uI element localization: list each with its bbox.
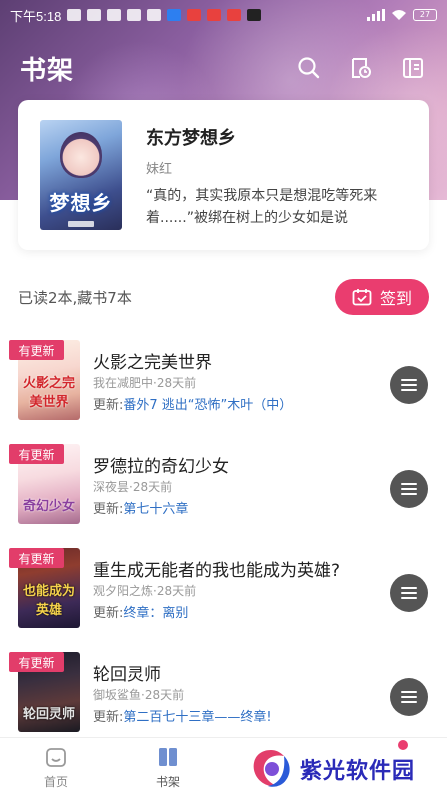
status-bar: 下午5:18 27 xyxy=(0,0,447,30)
update-badge: 有更新 xyxy=(9,548,64,568)
book-update[interactable]: 更新:番外7 逃出“恐怖”木叶（中） xyxy=(93,394,292,413)
featured-book-description: “真的，其实我原本只是想混吃等死来着......”被绑在树上的少女如是说 xyxy=(146,188,378,226)
cover-author-tag xyxy=(68,221,94,227)
update-label: 更新: xyxy=(93,398,124,413)
book-list-item[interactable]: 有更新 也能成为英雄 重生成无能者的我也能成为英雄? 观夕阳之炼·28天前 更新… xyxy=(0,548,447,638)
menu-icon xyxy=(403,58,423,78)
cover-illustration xyxy=(60,132,102,178)
notification-icon xyxy=(107,9,122,21)
hamburger-icon xyxy=(401,587,417,599)
featured-book-title: 东方梦想乡 xyxy=(146,128,236,149)
cover-title-text: 轮回灵师 xyxy=(22,707,75,722)
featured-book-cover[interactable]: 梦想乡 xyxy=(40,120,122,230)
book-meta: 深夜昙·28天前 xyxy=(93,480,173,494)
history-button[interactable] xyxy=(347,54,375,82)
book-meta: 观夕阳之炼·28天前 xyxy=(93,584,197,598)
book-update[interactable]: 更新:终章：离别 xyxy=(93,602,188,621)
header-actions xyxy=(295,54,427,82)
latest-chapter[interactable]: 第二百七十三章——终章! xyxy=(123,710,271,725)
book-meta: 御坂鲨鱼·28天前 xyxy=(93,688,185,702)
book-meta: 我在减肥中·28天前 xyxy=(93,376,197,390)
nav-label: 首页 xyxy=(43,775,68,789)
watermark-text: 紫光软件园 xyxy=(300,759,416,784)
cover-title-text: 火影之完美世界 xyxy=(22,376,75,410)
notification-icon xyxy=(87,9,102,21)
title-bar: 书架 xyxy=(0,48,447,88)
update-badge: 有更新 xyxy=(9,652,64,672)
featured-book-author: 妹红 xyxy=(146,162,173,177)
book-list-item[interactable]: 有更新 轮回灵师 轮回灵师 御坂鲨鱼·28天前 更新:第二百七十三章——终章! xyxy=(0,652,447,742)
history-icon xyxy=(352,58,371,78)
update-label: 更新: xyxy=(93,502,124,517)
shelf-summary-text: 已读2本,藏书7本 xyxy=(18,288,132,307)
menu-button[interactable] xyxy=(399,54,427,82)
book-title[interactable]: 轮回灵师 xyxy=(93,660,161,685)
update-label: 更新: xyxy=(93,710,124,725)
book-title[interactable]: 罗德拉的奇幻少女 xyxy=(93,452,229,477)
notification-icon xyxy=(147,9,162,21)
nav-item-bookshelf[interactable]: 书架 xyxy=(112,738,224,797)
featured-book-info: 东方梦想乡 妹红 “真的，其实我原本只是想混吃等死来着......”被绑在树上的… xyxy=(146,120,411,236)
bookshelf-icon xyxy=(159,748,177,766)
battery-indicator: 27 xyxy=(413,9,437,21)
signal-icon xyxy=(367,9,385,21)
notification-icon xyxy=(187,9,202,21)
hamburger-icon xyxy=(401,691,417,703)
latest-chapter[interactable]: 番外7 逃出“恐怖”木叶（中） xyxy=(123,398,292,413)
featured-book-card[interactable]: 梦想乡 东方梦想乡 妹红 “真的，其实我原本只是想混吃等死来着......”被绑… xyxy=(18,100,429,250)
hamburger-icon xyxy=(401,483,417,495)
book-title[interactable]: 重生成无能者的我也能成为英雄? xyxy=(93,556,340,581)
calendar-check-icon xyxy=(352,289,372,306)
book-update[interactable]: 更新:第二百七十三章——终章! xyxy=(93,706,272,725)
status-indicators: 27 xyxy=(367,9,437,21)
book-title[interactable]: 火影之完美世界 xyxy=(93,348,212,373)
notification-icon xyxy=(207,9,222,21)
nav-item-home[interactable]: 首页 xyxy=(0,738,112,797)
notification-icon xyxy=(167,9,182,21)
page-title: 书架 xyxy=(20,55,75,86)
book-options-button[interactable] xyxy=(390,678,428,716)
signin-label: 签到 xyxy=(379,289,412,308)
home-icon xyxy=(46,748,66,767)
update-badge: 有更新 xyxy=(9,340,64,360)
notification-icon xyxy=(247,9,262,21)
cover-title-text: 奇幻少女 xyxy=(22,499,75,514)
update-badge: 有更新 xyxy=(9,444,64,464)
book-options-button[interactable] xyxy=(390,366,428,404)
cover-title-text: 梦想乡 xyxy=(49,191,113,215)
watermark: 紫光软件园 xyxy=(248,741,447,797)
notification-icon xyxy=(67,9,82,21)
latest-chapter[interactable]: 第七十六章 xyxy=(123,502,188,517)
search-icon xyxy=(298,57,320,79)
book-options-button[interactable] xyxy=(390,574,428,612)
signin-button[interactable]: 签到 xyxy=(335,279,429,315)
wifi-icon xyxy=(392,10,406,20)
status-time: 下午5:18 xyxy=(10,8,62,24)
shelf-summary: 已读2本,藏书7本 签到 xyxy=(18,279,429,315)
book-list-item[interactable]: 有更新 火影之完美世界 火影之完美世界 我在减肥中·28天前 更新:番外7 逃出… xyxy=(0,340,447,430)
latest-chapter[interactable]: 终章：离别 xyxy=(123,606,188,621)
book-list-item[interactable]: 有更新 奇幻少女 罗德拉的奇幻少女 深夜昙·28天前 更新:第七十六章 xyxy=(0,444,447,534)
hamburger-icon xyxy=(401,379,417,391)
notification-icon xyxy=(127,9,142,21)
nav-label: 书架 xyxy=(155,775,180,789)
cover-title-text: 也能成为英雄 xyxy=(22,584,75,618)
update-label: 更新: xyxy=(93,606,124,621)
book-options-button[interactable] xyxy=(390,470,428,508)
watermark-logo-icon xyxy=(253,750,290,787)
book-update[interactable]: 更新:第七十六章 xyxy=(93,498,188,517)
notification-icon xyxy=(227,9,242,21)
search-button[interactable] xyxy=(295,54,323,82)
